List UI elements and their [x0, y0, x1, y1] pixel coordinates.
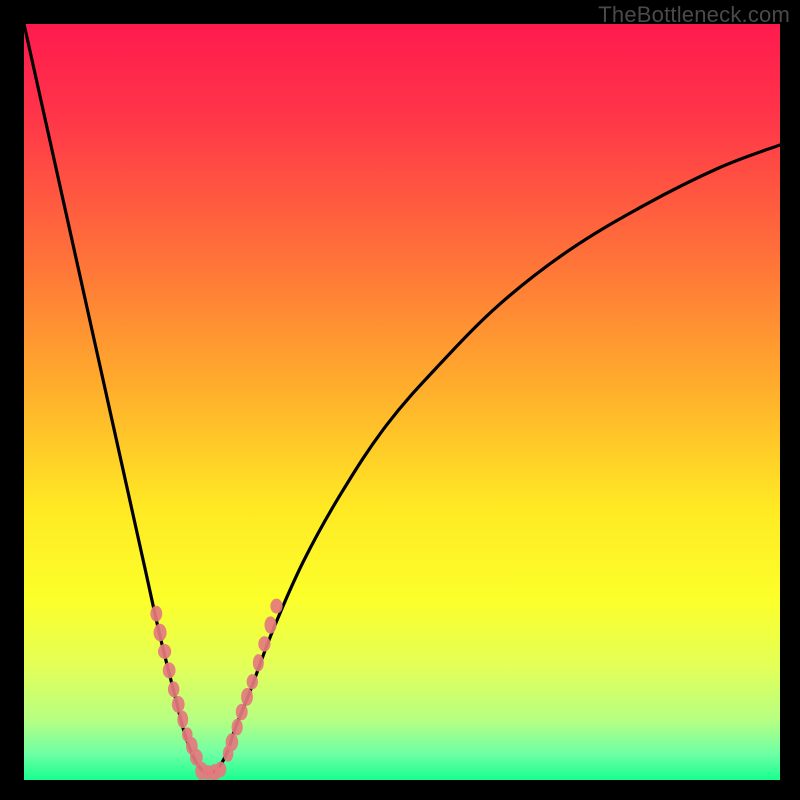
segment-markers-left — [150, 606, 202, 766]
marker-dot — [247, 674, 258, 689]
marker-dot — [172, 696, 185, 713]
bottleneck-curve — [24, 24, 780, 773]
marker-dot — [264, 616, 276, 633]
marker-dot — [150, 606, 162, 622]
marker-dot — [177, 711, 188, 728]
curve-layer — [24, 24, 780, 780]
marker-dot — [270, 599, 282, 614]
plot-area — [24, 24, 780, 780]
watermark-text: TheBottleneck.com — [598, 2, 790, 28]
chart-stage: TheBottleneck.com — [0, 0, 800, 800]
marker-dot — [232, 719, 243, 736]
marker-dot — [163, 662, 176, 678]
marker-dot — [154, 624, 167, 642]
marker-dot — [226, 733, 239, 751]
marker-dot — [158, 644, 171, 659]
segment-markers-right — [223, 599, 283, 762]
marker-dot — [253, 654, 264, 671]
marker-dot — [236, 704, 248, 721]
marker-dot — [168, 681, 179, 697]
marker-dot — [215, 761, 226, 777]
segment-markers-bottom — [195, 761, 226, 780]
marker-dot — [241, 688, 253, 706]
marker-dot — [258, 636, 270, 651]
